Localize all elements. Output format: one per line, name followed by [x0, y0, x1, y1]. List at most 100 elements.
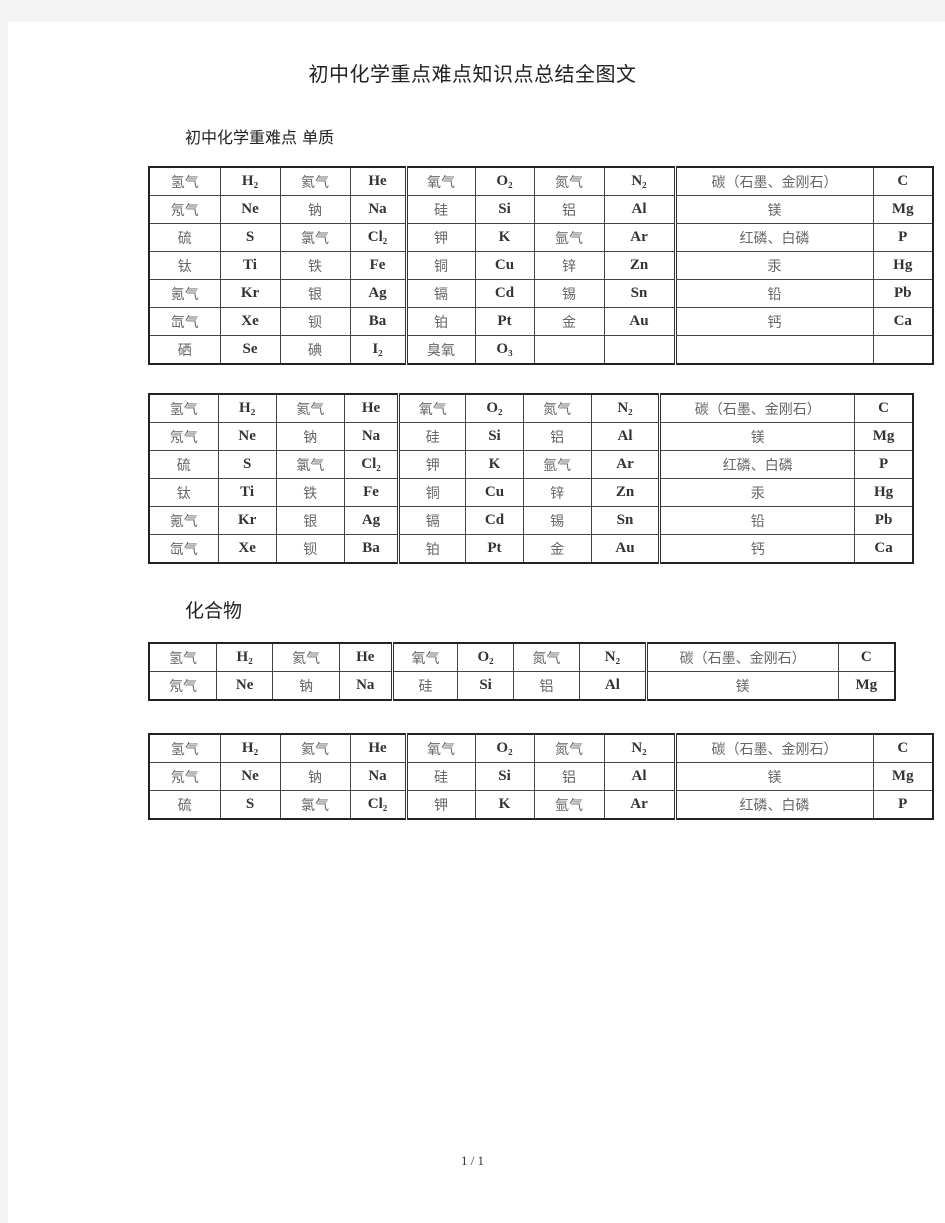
table-row: 硫 S 氯气 Cl₂ 钾 K 氩气 Ar 红磷、白磷 P	[148, 223, 934, 252]
element-name-cell: 钙	[658, 534, 856, 564]
element-name-cell: 氢气	[148, 393, 219, 423]
element-symbol-cell: Fe	[349, 251, 407, 280]
element-name-cell: 铜	[397, 478, 467, 507]
element-name-cell: 铂	[397, 534, 467, 564]
element-symbol-cell: Ar	[603, 223, 676, 252]
element-symbol-cell: He	[338, 642, 393, 672]
element-symbol-cell: O₃	[474, 335, 535, 365]
element-symbol-cell: C	[872, 733, 934, 763]
element-name-cell: 氩气	[533, 790, 605, 820]
element-name-cell	[673, 335, 874, 365]
element-name-cell: 钾	[404, 223, 476, 252]
element-symbol-cell: Si	[474, 195, 535, 224]
element-symbol-cell: P	[872, 790, 934, 820]
element-name-cell: 氢气	[148, 166, 221, 196]
element-symbol-cell: Ca	[854, 534, 914, 564]
element-symbol-cell: Ne	[217, 422, 277, 451]
table-row: 氢气 H₂ 氦气 He 氧气 O₂ 氮气 N₂ 碳（石墨、金刚石） C	[148, 166, 934, 196]
element-name-cell: 锌	[533, 251, 605, 280]
element-symbol-cell: S	[217, 450, 277, 479]
element-name-cell: 银	[275, 506, 345, 535]
element-name-cell: 硅	[397, 422, 467, 451]
element-name-cell: 碘	[279, 335, 351, 365]
element-symbol-cell: H₂	[219, 733, 281, 763]
element-name-cell: 汞	[658, 478, 856, 507]
table-row: 氢气 H₂ 氦气 He 氧气 O₂ 氮气 N₂ 碳（石墨、金刚石） C	[148, 393, 914, 423]
element-symbol-cell: Ag	[349, 279, 407, 308]
element-name-cell: 锡	[533, 279, 605, 308]
element-symbol-cell: H₂	[219, 166, 281, 196]
element-name-cell: 钠	[279, 762, 351, 791]
page-indicator: 1 / 1	[460, 1153, 485, 1168]
element-table: 氢气 H₂ 氦气 He 氧气 O₂ 氮气 N₂ 碳（石墨、金刚石） C 氖气 Ne 钠 Na 硅 Si 铝 Al 镁…	[148, 642, 896, 701]
element-symbol-cell: N₂	[603, 166, 676, 196]
element-symbol-cell: O₂	[474, 733, 535, 763]
element-name-cell: 红磷、白磷	[673, 790, 874, 820]
element-name-cell: 氪气	[148, 279, 221, 308]
element-name-cell: 硅	[404, 762, 476, 791]
element-name-cell: 氮气	[512, 642, 581, 672]
element-name-cell: 氯气	[279, 790, 351, 820]
table-row: 氖气 Ne 钠 Na 硅 Si 铝 Al 镁 Mg	[148, 422, 914, 451]
element-name-cell: 铝	[512, 671, 581, 701]
element-name-cell: 氖气	[148, 195, 221, 224]
element-symbol-cell: C	[837, 642, 896, 672]
element-name-cell: 硫	[148, 790, 221, 820]
element-name-cell: 氖气	[148, 762, 221, 791]
element-symbol-cell: O₂	[457, 642, 514, 672]
table-row: 钛 Ti 铁 Fe 铜 Cu 锌 Zn 汞 Hg	[148, 478, 914, 507]
element-symbol-cell: Ag	[343, 506, 400, 535]
table-row: 氪气 Kr 银 Ag 镉 Cd 锡 Sn 铅 Pb	[148, 279, 934, 308]
element-name-cell: 铜	[404, 251, 476, 280]
element-symbol-cell: C	[854, 393, 914, 423]
element-name-cell: 硫	[148, 450, 219, 479]
element-symbol-cell: Cl₂	[349, 790, 407, 820]
element-symbol-cell: Ar	[590, 450, 661, 479]
element-symbol-cell: Cu	[474, 251, 535, 280]
element-symbol-cell: Kr	[217, 506, 277, 535]
element-symbol-cell: Na	[349, 195, 407, 224]
table-row: 硫 S 氯气 Cl₂ 钾 K 氩气 Ar 红磷、白磷 P	[148, 450, 914, 479]
element-name-cell: 锌	[522, 478, 592, 507]
element-name-cell: 铝	[533, 762, 605, 791]
element-name-cell: 氖气	[148, 422, 219, 451]
element-symbol-cell: Hg	[854, 478, 914, 507]
table-row: 氪气 Kr 银 Ag 镉 Cd 锡 Sn 铅 Pb	[148, 506, 914, 535]
element-symbol-cell: Cu	[465, 478, 524, 507]
element-table-4: 氢气 H₂ 氦气 He 氧气 O₂ 氮气 N₂ 碳（石墨、金刚石） C 氖气 Ne 钠 Na 硅 Si 铝 Al 镁…	[148, 733, 934, 823]
element-name-cell: 钠	[279, 195, 351, 224]
element-name-cell: 氙气	[148, 307, 221, 336]
element-name-cell: 氩气	[533, 223, 605, 252]
element-symbol-cell: Sn	[590, 506, 661, 535]
element-name-cell: 铁	[275, 478, 345, 507]
element-symbol-cell: Al	[603, 195, 676, 224]
element-name-cell: 氦气	[279, 166, 351, 196]
element-name-cell: 钙	[673, 307, 874, 336]
element-symbol-cell: Fe	[343, 478, 400, 507]
element-name-cell: 氙气	[148, 534, 219, 564]
element-name-cell: 硅	[404, 195, 476, 224]
element-name-cell: 铝	[533, 195, 605, 224]
element-symbol-cell: Cd	[465, 506, 524, 535]
element-name-cell: 镁	[673, 195, 874, 224]
element-name-cell: 氦气	[275, 393, 345, 423]
element-name-cell: 碳（石墨、金刚石）	[673, 733, 874, 763]
element-symbol-cell: N₂	[603, 733, 676, 763]
element-symbol-cell: Hg	[872, 251, 934, 280]
element-symbol-cell: Mg	[837, 671, 896, 701]
element-symbol-cell: K	[474, 790, 535, 820]
element-name-cell: 铂	[404, 307, 476, 336]
element-table: 氢气 H₂ 氦气 He 氧气 O₂ 氮气 N₂ 碳（石墨、金刚石） C 氖气 Ne 钠 Na 硅 Si 铝 Al 镁…	[148, 393, 914, 564]
element-name-cell: 氧气	[390, 642, 459, 672]
element-symbol-cell: Al	[603, 762, 676, 791]
element-name-cell: 氧气	[404, 166, 476, 196]
element-symbol-cell: Al	[579, 671, 647, 701]
element-name-cell: 银	[279, 279, 351, 308]
element-name-cell: 氮气	[533, 166, 605, 196]
element-symbol-cell: Pt	[474, 307, 535, 336]
element-name-cell: 氮气	[533, 733, 605, 763]
element-symbol-cell: Cl₂	[343, 450, 400, 479]
element-symbol-cell: Al	[590, 422, 661, 451]
element-symbol-cell: Na	[349, 762, 407, 791]
table-row: 硫 S 氯气 Cl₂ 钾 K 氩气 Ar 红磷、白磷 P	[148, 790, 934, 820]
